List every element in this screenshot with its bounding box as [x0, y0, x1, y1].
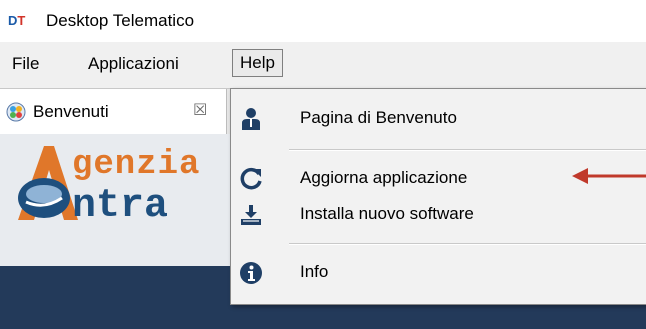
annotation-arrow-icon: [572, 168, 646, 184]
person-icon: [242, 108, 260, 130]
menu-item-label: Installa nuovo software: [300, 204, 474, 223]
install-icon: [241, 205, 261, 225]
menu-help[interactable]: Help: [232, 49, 283, 77]
close-icon[interactable]: ☒: [193, 100, 207, 119]
window-title: Desktop Telematico: [46, 11, 195, 30]
tab-benvenuti[interactable]: Benvenuti ☒: [0, 89, 227, 135]
menu-bar: File Applicazioni Help: [0, 42, 646, 88]
menu-item-info[interactable]: Info: [231, 255, 646, 291]
menu-item-installa-software[interactable]: Installa nuovo software: [231, 197, 646, 233]
welcome-icon: [6, 102, 26, 122]
menu-separator: [289, 243, 646, 245]
banner-text-line1: genzia: [72, 146, 201, 184]
app-logo-icon: DT: [8, 13, 26, 28]
agenzia-logo-icon: [18, 146, 78, 220]
menu-applicazioni[interactable]: Applicazioni: [84, 52, 183, 76]
title-bar: DT Desktop Telematico: [0, 0, 646, 42]
menu-item-label: Info: [300, 262, 329, 281]
menu-item-label: Aggiorna applicazione: [300, 168, 468, 187]
menu-file[interactable]: File: [8, 52, 43, 76]
info-icon: [240, 262, 262, 284]
help-menu-dropdown: Pagina di Benvenuto Aggiorna applicazion…: [230, 88, 646, 305]
menu-separator: [289, 149, 646, 151]
banner-text-line2: ntra: [72, 184, 169, 229]
menu-item-label: Pagina di Benvenuto: [300, 108, 457, 127]
refresh-icon: [240, 167, 262, 190]
menu-item-pagina-benvenuto[interactable]: Pagina di Benvenuto: [231, 101, 646, 137]
tab-label: Benvenuti: [33, 102, 109, 121]
